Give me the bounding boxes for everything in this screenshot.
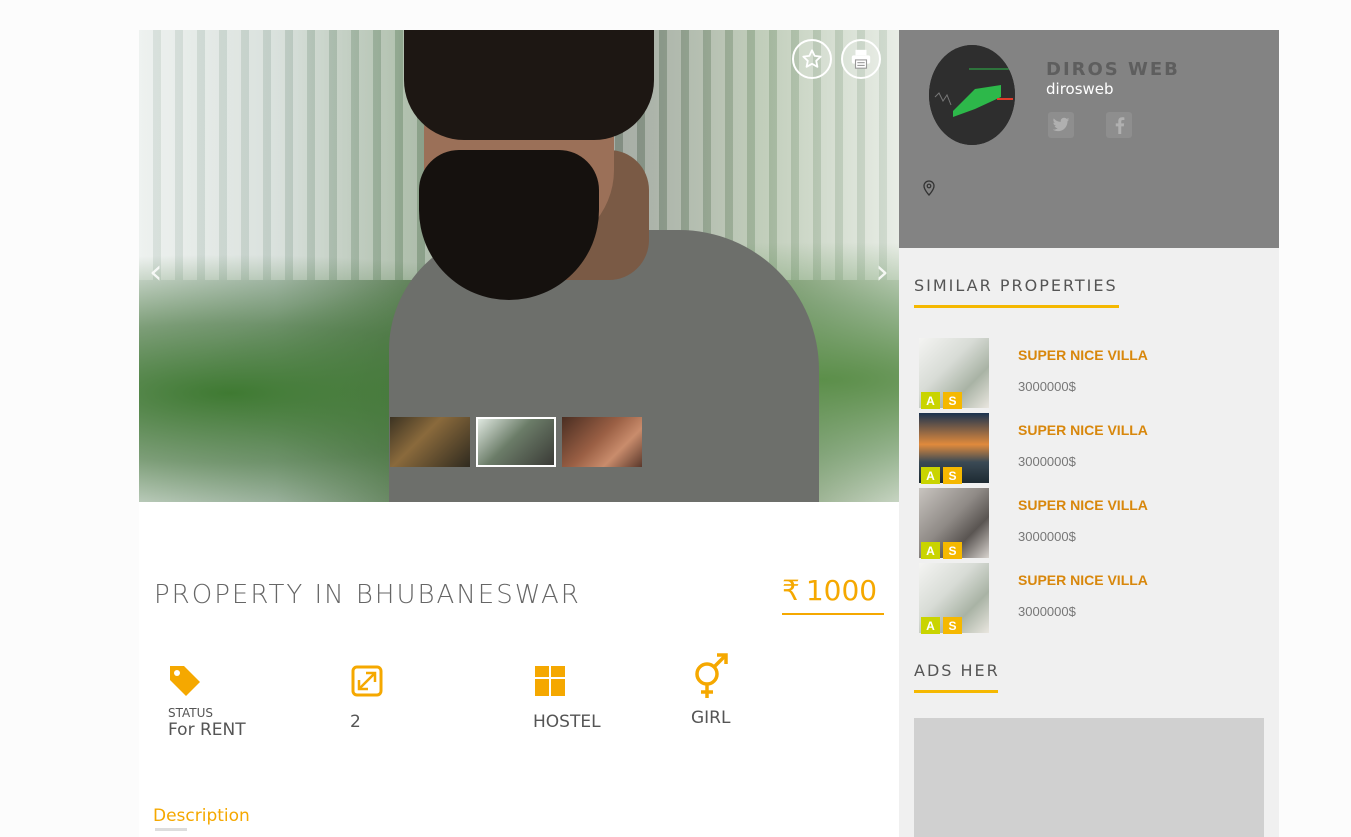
property-features: STATUS For RENT 2 HOSTEL GIRL	[139, 650, 899, 750]
ad-badge: A	[921, 392, 940, 409]
feature-type: HOSTEL	[533, 664, 601, 732]
type-value: HOSTEL	[533, 712, 601, 732]
gallery-next-icon[interactable]: ›	[875, 255, 889, 289]
gallery-photo-subject-hair	[404, 30, 654, 140]
tab-underline	[155, 828, 187, 831]
ads-heading: ADS HER	[914, 661, 1000, 680]
ad-badge: A	[921, 617, 940, 634]
feature-gender: GIRL	[691, 652, 731, 728]
price-value: 1000	[805, 574, 878, 607]
facebook-icon	[1115, 117, 1125, 134]
location-pin-icon	[923, 180, 935, 196]
star-icon	[802, 49, 822, 68]
property-name-link[interactable]: SUPER NICE VILLA	[1018, 347, 1148, 363]
heading-underline	[914, 305, 1119, 308]
gallery-thumbnail[interactable]	[562, 417, 642, 467]
gallery-thumbnail[interactable]	[390, 417, 470, 467]
currency-symbol: ₹	[782, 574, 800, 607]
twitter-icon	[1052, 117, 1070, 132]
property-price-small: 3000000$	[1018, 454, 1076, 469]
print-button[interactable]	[841, 39, 881, 79]
tab-description[interactable]: Description	[153, 806, 250, 826]
facebook-button[interactable]	[1106, 112, 1132, 138]
ad-badge: A	[921, 542, 940, 559]
list-item[interactable]: A S SUPER NICE VILLA 3000000$	[919, 488, 1259, 563]
gallery-prev-icon[interactable]: ‹	[149, 255, 163, 289]
status-value: For RENT	[168, 720, 246, 740]
size-value: 2	[350, 712, 361, 732]
sidebar: DIROS WEB dirosweb SIMILAR PROPERTIES A …	[899, 30, 1279, 837]
list-item[interactable]: A S SUPER NICE VILLA 3000000$	[919, 413, 1259, 488]
property-price-small: 3000000$	[1018, 529, 1076, 544]
gallery-thumbnail-active[interactable]	[476, 417, 556, 467]
sale-badge: S	[943, 542, 962, 559]
list-item[interactable]: A S SUPER NICE VILLA 3000000$	[919, 563, 1259, 638]
property-gallery[interactable]: ‹ ›	[139, 30, 899, 502]
list-item[interactable]: A S SUPER NICE VILLA 3000000$	[919, 338, 1259, 413]
avatar-chart-image	[929, 45, 1015, 145]
avatar[interactable]	[929, 45, 1015, 145]
agent-card: DIROS WEB dirosweb	[899, 30, 1279, 248]
status-label: STATUS	[168, 706, 214, 720]
gender-icon	[695, 653, 728, 698]
twitter-button[interactable]	[1048, 112, 1074, 138]
similar-properties-list: A S SUPER NICE VILLA 3000000$ A S SUPER …	[919, 338, 1259, 638]
agent-name[interactable]: DIROS WEB	[1046, 59, 1180, 80]
feature-size: 2	[350, 664, 384, 732]
ad-placeholder[interactable]	[914, 718, 1264, 837]
property-name-link[interactable]: SUPER NICE VILLA	[1018, 572, 1148, 588]
property-name-link[interactable]: SUPER NICE VILLA	[1018, 497, 1148, 513]
sale-badge: S	[943, 392, 962, 409]
property-name-link[interactable]: SUPER NICE VILLA	[1018, 422, 1148, 438]
building-icon	[535, 666, 565, 696]
tag-icon	[170, 666, 200, 696]
feature-status: STATUS For RENT	[168, 664, 246, 740]
heading-underline	[914, 690, 998, 693]
page: ‹ › PROPERTY IN BHUBANESWAR ₹ 1000 STATU…	[0, 0, 1351, 837]
agent-handle: dirosweb	[1046, 80, 1114, 98]
gender-value: GIRL	[691, 708, 731, 728]
printer-icon	[851, 49, 871, 69]
similar-properties-heading: SIMILAR PROPERTIES	[914, 276, 1118, 295]
property-price-small: 3000000$	[1018, 604, 1076, 619]
property-price-small: 3000000$	[1018, 379, 1076, 394]
sale-badge: S	[943, 617, 962, 634]
ad-badge: A	[921, 467, 940, 484]
resize-icon	[351, 665, 383, 697]
sale-badge: S	[943, 467, 962, 484]
favorite-button[interactable]	[792, 39, 832, 79]
property-title: PROPERTY IN BHUBANESWAR	[154, 580, 581, 610]
gallery-thumbnails	[390, 417, 642, 467]
main-column: ‹ › PROPERTY IN BHUBANESWAR ₹ 1000 STATU…	[139, 30, 899, 837]
property-price: ₹1000	[782, 574, 884, 615]
